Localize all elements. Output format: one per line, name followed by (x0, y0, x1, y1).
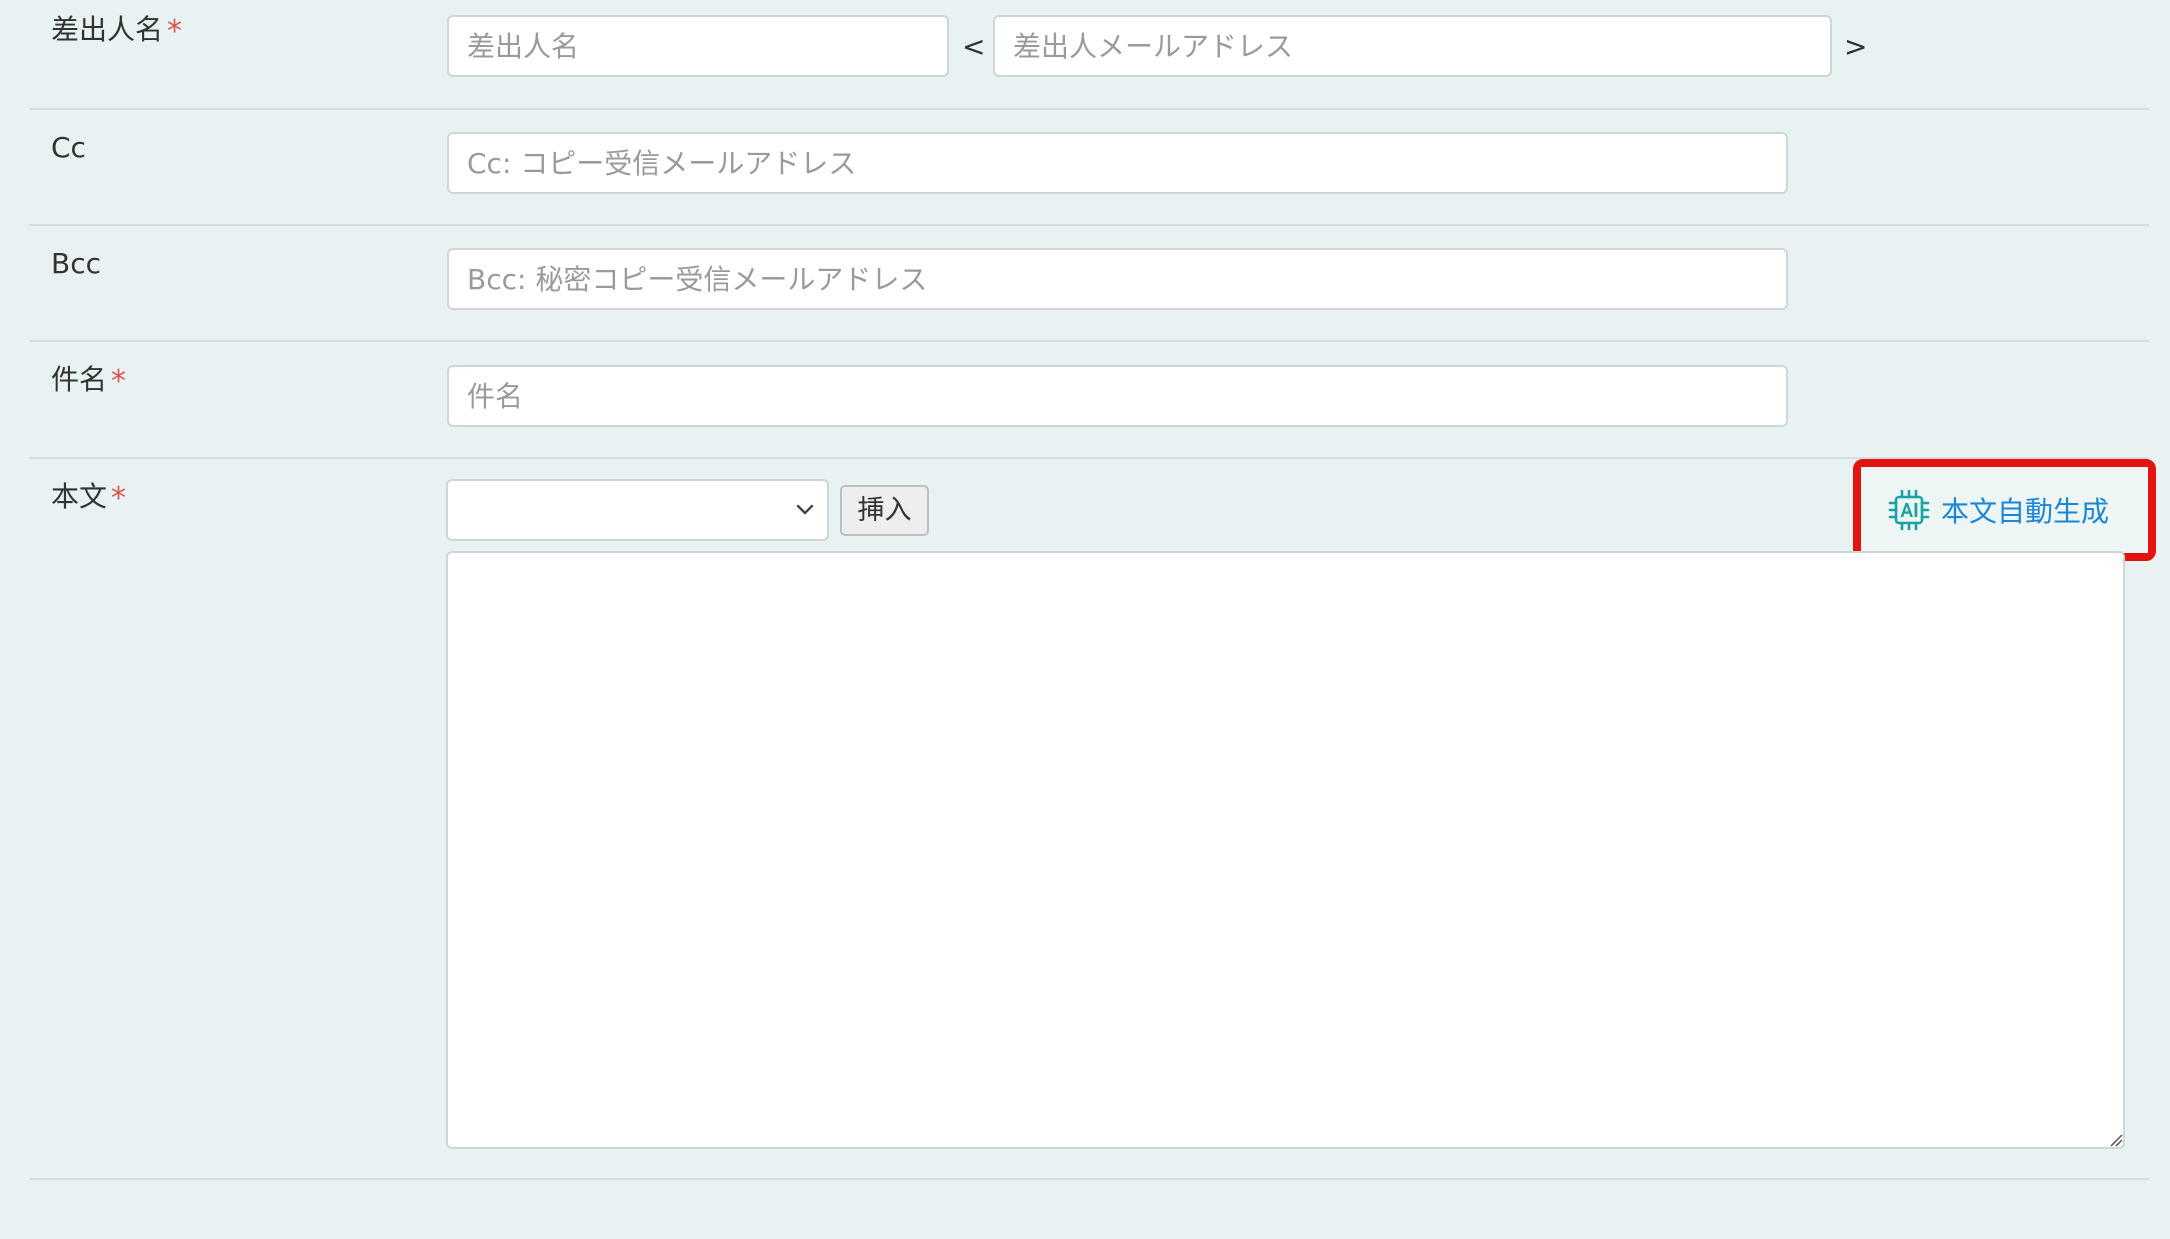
email-compose-form: 差出人名* < > Cc Bcc 件名* 本文* (0, 0, 2170, 1239)
sender-bracket-close: > (1844, 30, 1868, 63)
chevron-down-icon (796, 504, 814, 515)
bcc-label: Bcc (51, 244, 101, 284)
ai-generate-body-label: 本文自動生成 (1941, 496, 2110, 527)
sender-label: 差出人名 * (51, 10, 182, 50)
subject-label: 件名 * (51, 360, 126, 400)
bcc-label-text: Bcc (51, 247, 101, 280)
resize-grip-icon[interactable] (2109, 1133, 2123, 1147)
sender-bracket-open: < (962, 30, 986, 63)
template-select[interactable] (446, 479, 829, 541)
bcc-row: Bcc (29, 226, 2149, 342)
required-mark: * (111, 481, 127, 516)
subject-label-text: 件名 (51, 363, 108, 396)
required-mark: * (167, 14, 183, 49)
body-label-text: 本文 (51, 480, 108, 513)
cc-label-text: Cc (51, 131, 86, 164)
bcc-input[interactable] (447, 248, 1788, 310)
body-row: 本文 * 挿入 本文自動生成 (29, 459, 2156, 1180)
required-mark: * (111, 364, 127, 399)
body-label: 本文 * (51, 477, 126, 517)
sender-row: 差出人名* < > (29, 0, 2149, 110)
subject-row: 件名 * (29, 342, 2149, 459)
subject-input[interactable] (447, 365, 1788, 427)
cc-input[interactable] (447, 132, 1788, 194)
sender-email-input[interactable] (993, 15, 1832, 77)
cc-row: Cc (29, 110, 2149, 226)
sender-label-text: 差出人名 (51, 13, 164, 46)
ai-generate-body-button[interactable]: 本文自動生成 (1861, 467, 2148, 553)
insert-button[interactable]: 挿入 (840, 485, 929, 536)
ai-chip-icon (1888, 489, 1930, 531)
cc-label: Cc (51, 128, 86, 168)
sender-name-input[interactable] (447, 15, 949, 77)
body-textarea[interactable] (446, 551, 2125, 1149)
